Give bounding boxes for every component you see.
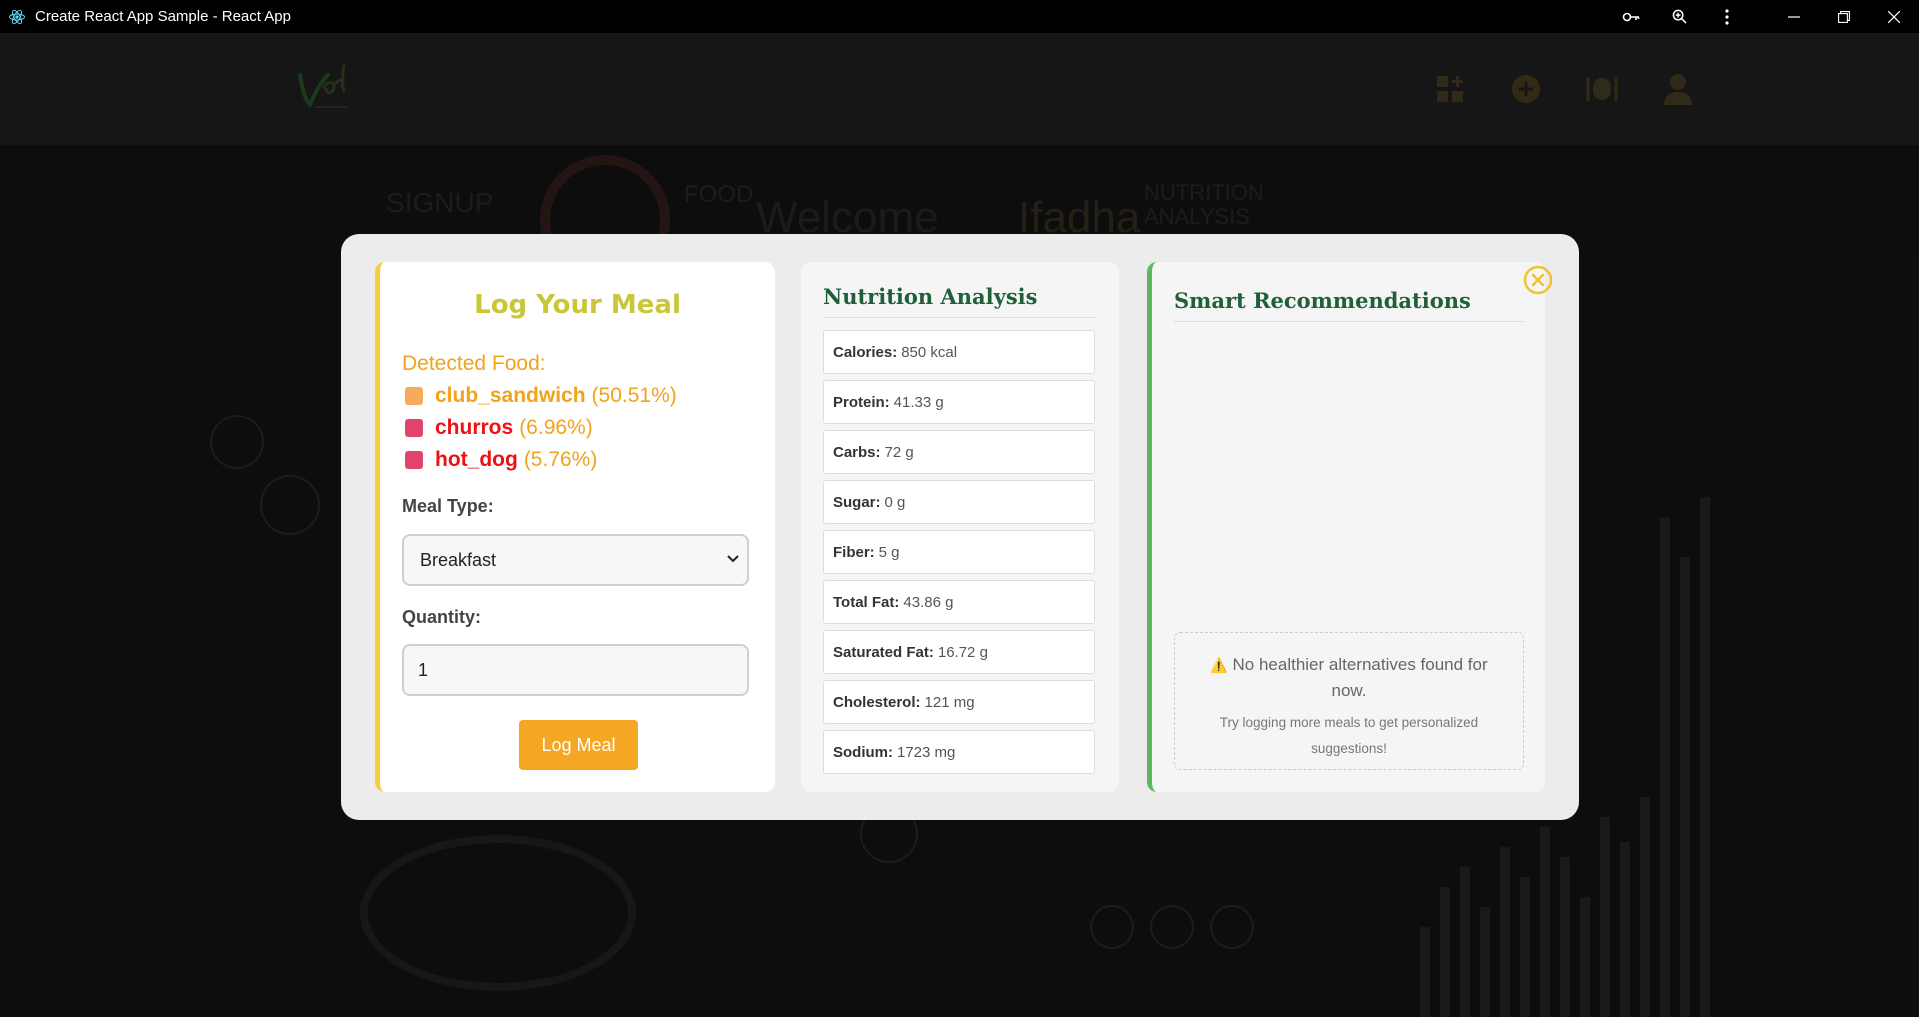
restore-icon[interactable] [1819, 0, 1869, 33]
food-name: churros [435, 416, 514, 439]
detected-food-item: hot_dog (5.76%) [402, 444, 677, 476]
nutrition-analysis-card: Nutrition Analysis Calories: 850 kcal Pro… [801, 262, 1119, 792]
nutrient-value: 0 g [884, 493, 906, 511]
chevron-down-icon [727, 551, 739, 567]
quantity-input[interactable]: 1 [402, 644, 749, 696]
log-meal-button[interactable]: Log Meal [519, 720, 638, 770]
smart-recommendations-title: Smart Recommendations [1174, 288, 1524, 322]
detected-food-item: club_sandwich (50.51%) [402, 380, 677, 412]
food-confidence: (50.51%) [591, 384, 677, 407]
close-window-icon[interactable] [1869, 0, 1919, 33]
more-menu-icon[interactable] [1703, 0, 1751, 33]
react-app-icon [9, 9, 25, 24]
food-color-swatch [405, 451, 423, 469]
nutrition-analysis-title: Nutrition Analysis [823, 284, 1095, 318]
meal-type-value: Breakfast [420, 549, 497, 570]
nutrient-label: Saturated Fat: [833, 643, 934, 661]
nutrient-value: 850 kcal [901, 343, 958, 361]
no-recommendations-message: ⚠️ No healthier alternatives found for n… [1174, 632, 1524, 770]
quantity-value: 1 [418, 659, 429, 680]
recommendation-hint: Try logging more meals to get personaliz… [1219, 715, 1479, 756]
detected-food-item: churros (6.96%) [402, 412, 677, 444]
nutrition-row-saturated-fat: Saturated Fat: 16.72 g [823, 630, 1095, 674]
nutrition-row-carbs: Carbs: 72 g [823, 430, 1095, 474]
detected-food-list: club_sandwich (50.51%) churros (6.96%) h… [402, 380, 677, 476]
food-color-swatch [405, 419, 423, 437]
smart-recommendations-card: Smart Recommendations ⚠️ No healthier al… [1147, 262, 1545, 792]
nutrient-label: Protein: [833, 393, 890, 411]
log-meal-card: Log Your Meal Detected Food: club_sandwi… [375, 262, 775, 792]
warning-icon: ⚠️ [1210, 657, 1228, 673]
meal-modal: Log Your Meal Detected Food: club_sandwi… [341, 234, 1579, 820]
nutrition-row-sodium: Sodium: 1723 mg [823, 730, 1095, 774]
nutrient-label: Calories: [833, 343, 898, 361]
food-name: club_sandwich [435, 384, 586, 407]
nutrient-label: Total Fat: [833, 593, 900, 611]
no-alternatives-text: ⚠️ No healthier alternatives found for n… [1175, 652, 1523, 704]
nutrition-row-total-fat: Total Fat: 43.86 g [823, 580, 1095, 624]
food-confidence: (6.96%) [519, 416, 593, 439]
nutrient-value: 1723 mg [897, 743, 956, 761]
nutrient-value: 41.33 g [893, 393, 944, 411]
nutrition-list: Calories: 850 kcal Protein: 41.33 g Carbs:… [823, 330, 1095, 780]
log-meal-title: Log Your Meal [474, 290, 681, 320]
nutrient-value: 72 g [884, 443, 914, 461]
nutrient-value: 5 g [878, 543, 900, 561]
password-key-icon[interactable] [1607, 0, 1655, 33]
nutrient-label: Fiber: [833, 543, 875, 561]
nutrient-label: Cholesterol: [833, 693, 921, 711]
nutrient-label: Sugar: [833, 493, 881, 511]
close-circle-icon [1523, 265, 1553, 295]
nutrient-label: Sodium: [833, 743, 893, 761]
minimize-icon[interactable] [1769, 0, 1819, 33]
food-color-swatch [405, 387, 423, 405]
nutrient-value: 121 mg [924, 693, 975, 711]
meal-type-label: Meal Type: [402, 496, 494, 516]
nutrient-value: 43.86 g [903, 593, 954, 611]
nutrition-row-calories: Calories: 850 kcal [823, 330, 1095, 374]
close-modal-button[interactable] [1523, 265, 1553, 295]
nutrition-row-sugar: Sugar: 0 g [823, 480, 1095, 524]
detected-food-label: Detected Food: [402, 352, 546, 375]
quantity-label: Quantity: [402, 607, 481, 627]
nutrition-row-cholesterol: Cholesterol: 121 mg [823, 680, 1095, 724]
window-title: Create React App Sample - React App [35, 8, 291, 25]
meal-type-select[interactable]: Breakfast [402, 534, 749, 586]
nutrient-label: Carbs: [833, 443, 881, 461]
nutrition-row-protein: Protein: 41.33 g [823, 380, 1095, 424]
zoom-icon[interactable] [1655, 0, 1703, 33]
food-name: hot_dog [435, 448, 518, 471]
nutrition-row-fiber: Fiber: 5 g [823, 530, 1095, 574]
window-titlebar: Create React App Sample - React App [0, 0, 1919, 33]
no-alternatives-title: No healthier alternatives found for now. [1232, 655, 1488, 700]
food-confidence: (5.76%) [523, 448, 598, 471]
nutrient-value: 16.72 g [937, 643, 988, 661]
